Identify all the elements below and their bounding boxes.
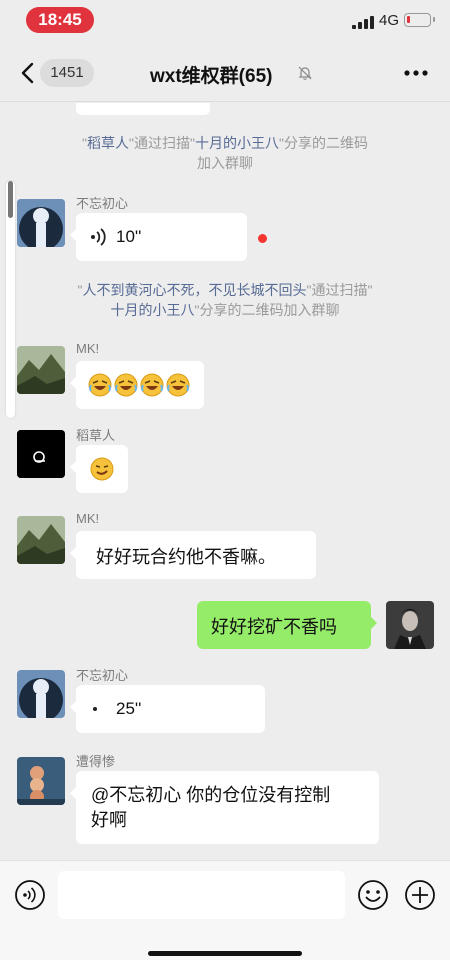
notice-user-name[interactable]: 十月的小王八 <box>195 135 279 151</box>
message-list[interactable]: "稻草人"通过扫描"十月的小王八"分享的二维码 加入群聊 不忘初心 10'' "… <box>0 103 450 860</box>
avatar-image <box>17 516 65 564</box>
notice-user-name[interactable]: 人不到黄河心不死，不见长城不回头 <box>83 282 307 298</box>
avatar[interactable] <box>17 346 65 394</box>
sender-name: 稻草人 <box>76 428 116 443</box>
notice-user-name[interactable]: 十月的小王八 <box>111 302 195 318</box>
notice-text: "分享的二维码 <box>278 135 368 151</box>
emoji-message-bubble[interactable] <box>70 361 204 409</box>
battery-icon <box>404 13 435 27</box>
battery-level <box>407 16 410 23</box>
notice-text: "通过扫描" <box>306 282 373 298</box>
avatar-image <box>17 346 65 394</box>
sender-name: MK! <box>76 511 100 526</box>
voice-wave-icon <box>91 228 106 246</box>
signal-icon <box>352 15 374 29</box>
avatar[interactable] <box>17 670 65 718</box>
voice-duration: 25'' <box>116 699 142 718</box>
avatar-image <box>17 430 65 478</box>
message-text: 好好挖矿不香吗 <box>211 617 337 637</box>
sender-name: 不忘初心 <box>76 668 129 683</box>
notice-user-name[interactable]: 稻草人 <box>87 135 129 151</box>
avatar-image <box>17 199 65 247</box>
notice-text: 加入群聊 <box>197 155 253 171</box>
laughing-emoji-icon <box>88 373 112 397</box>
plus-circle-icon[interactable] <box>404 879 436 911</box>
laughing-emoji-icon <box>140 373 164 397</box>
network-type: 4G <box>379 12 400 29</box>
message-text: 好好玩合约他不香嘛。 <box>96 547 276 567</box>
system-notice: "人不到黄河心不死，不见长城不回头"通过扫描" 十月的小王八"分享的二维码加入群… <box>30 280 420 320</box>
sender-name: 遭得惨 <box>76 754 116 769</box>
avatar-image <box>17 757 65 805</box>
outgoing-message-bubble[interactable]: 好好挖矿不香吗 <box>197 601 377 649</box>
emoji-icon[interactable] <box>357 879 389 911</box>
emoji-message-bubble[interactable] <box>70 445 128 493</box>
status-time: 18:45 <box>26 7 94 33</box>
message-text: @不忘初心 你的仓位没有控制 <box>91 785 331 805</box>
home-indicator <box>148 951 302 956</box>
system-notice: "稻草人"通过扫描"十月的小王八"分享的二维码 加入群聊 <box>30 133 420 173</box>
chat-header: 1451 wxt维权群(65) <box>0 44 450 102</box>
laughing-emoji-icon <box>166 373 190 397</box>
unread-count-badge[interactable]: 1451 <box>40 59 94 87</box>
avatar-image <box>386 601 434 649</box>
message-input[interactable] <box>58 871 345 919</box>
ellipsis-icon[interactable] <box>402 63 430 83</box>
scrollbar[interactable] <box>6 181 15 418</box>
avatar[interactable] <box>17 199 65 247</box>
text-message-bubble[interactable]: 好好玩合约他不香嘛。 <box>70 531 316 579</box>
laughing-emoji-icon <box>114 373 138 397</box>
voice-duration: 10'' <box>116 227 142 246</box>
voice-message-bubble[interactable]: 25'' <box>70 685 265 733</box>
chevron-left-icon[interactable] <box>16 59 40 87</box>
avatar-image <box>17 670 65 718</box>
avatar[interactable] <box>17 430 65 478</box>
text-message-bubble[interactable]: @不忘初心 你的仓位没有控制 好啊 <box>70 771 379 844</box>
voice-playing-icon <box>93 707 97 711</box>
message-bubble-partial <box>76 103 210 115</box>
unread-voice-dot <box>258 234 267 243</box>
self-avatar[interactable] <box>386 601 434 649</box>
smirk-emoji-icon <box>90 457 114 481</box>
notice-text: "通过扫描" <box>129 135 195 151</box>
sender-name: 不忘初心 <box>76 196 129 211</box>
status-bar: 18:45 4G <box>0 0 450 44</box>
avatar[interactable] <box>17 757 65 805</box>
input-bar <box>0 860 450 960</box>
avatar[interactable] <box>17 516 65 564</box>
sender-name: MK! <box>76 341 100 356</box>
voice-message-bubble[interactable]: 10'' <box>70 213 247 261</box>
notice-text: "分享的二维码加入群聊 <box>194 302 340 318</box>
chat-title: wxt维权群(65) <box>150 66 273 87</box>
voice-mode-icon[interactable] <box>14 879 46 911</box>
message-text: 好啊 <box>91 810 127 830</box>
bell-off-icon <box>298 66 312 80</box>
